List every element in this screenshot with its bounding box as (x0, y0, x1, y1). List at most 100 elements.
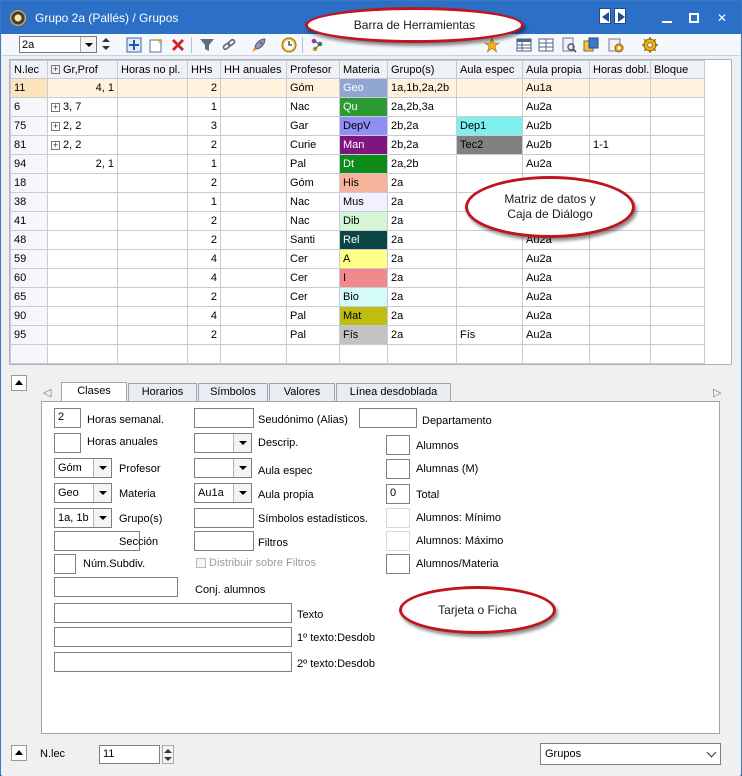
texto1-desdob-field[interactable] (54, 627, 292, 647)
column-header[interactable]: + Gr,Prof (47, 60, 118, 79)
table-cell-hhs[interactable]: 4 (187, 268, 221, 288)
table-cell-aesp[interactable] (456, 249, 523, 269)
table-cell-prof[interactable]: Pal (286, 154, 340, 174)
nlec-spinner[interactable] (162, 745, 174, 764)
element-selector-spinner[interactable] (101, 36, 111, 53)
table-cell-aprop[interactable]: Au2a (522, 97, 590, 117)
table-cell-aprop[interactable]: Au2b (522, 135, 590, 155)
expand-icon[interactable]: + (51, 65, 60, 75)
table-cell-nlec[interactable]: 90 (10, 306, 48, 326)
table-cell-mat[interactable]: Mat (339, 306, 388, 326)
table-cell-hnopl[interactable] (117, 287, 188, 307)
table-cell-aprop[interactable]: Au2b (522, 116, 590, 136)
table-cell-nlec[interactable]: 38 (10, 192, 48, 212)
table-cell-hhanual[interactable] (220, 192, 287, 212)
tab-valores[interactable]: Valores (269, 383, 335, 401)
table-cell-hnopl[interactable] (117, 173, 188, 193)
table-cell-aesp[interactable] (456, 306, 523, 326)
table-cell-empty[interactable] (650, 344, 705, 364)
table-cell-mat[interactable]: Dib (339, 211, 388, 231)
column-header[interactable]: HH anuales (220, 60, 287, 79)
table-cell-nlec[interactable]: 95 (10, 325, 48, 345)
table-cell-aprop[interactable]: Au2a (522, 249, 590, 269)
table-cell-hhs[interactable]: 2 (187, 211, 221, 231)
table-cell-hhanual[interactable] (220, 78, 287, 98)
table-cell-bloque[interactable] (650, 97, 705, 117)
table-cell-hdobl[interactable] (589, 116, 651, 136)
table-cell-grupos[interactable]: 1a,1b,2a,2b (387, 78, 457, 98)
table-cell-prof[interactable]: Cer (286, 268, 340, 288)
table-cell-mat[interactable]: Dt (339, 154, 388, 174)
column-header[interactable]: Grupo(s) (387, 60, 457, 79)
table-cell-grprof[interactable]: +3, 7 (47, 97, 118, 117)
seudonimo-field[interactable] (194, 408, 254, 428)
table-cell-hhs[interactable]: 2 (187, 230, 221, 250)
table-cell-hnopl[interactable] (117, 154, 188, 174)
tab-horarios[interactable]: Horarios (128, 383, 197, 401)
table-cell-nlec[interactable]: 81 (10, 135, 48, 155)
total-field[interactable]: 0 (386, 484, 410, 504)
table-cell-grupos[interactable]: 2a,2b,3a (387, 97, 457, 117)
num-subdiv-field[interactable] (54, 554, 76, 574)
clock-icon[interactable] (281, 37, 297, 53)
table-cell-hdobl[interactable]: 1-1 (589, 135, 651, 155)
table-cell-prof[interactable]: Cer (286, 287, 340, 307)
column-header[interactable]: Aula espec (456, 60, 523, 79)
column-header[interactable]: Materia (339, 60, 388, 79)
horas-anuales-field[interactable] (54, 433, 81, 453)
table-cell-aprop[interactable]: Au2a (522, 268, 590, 288)
table-cell-nlec[interactable]: 94 (10, 154, 48, 174)
table-cell-grprof[interactable]: +2, 2 (47, 135, 118, 155)
table-cell-aprop[interactable]: Au1a (522, 78, 590, 98)
tab-scroll-right-icon[interactable]: ▷ (713, 386, 721, 399)
minimize-button[interactable] (659, 10, 675, 26)
new-sheet-icon[interactable] (148, 37, 164, 53)
collapse-panel-button[interactable] (11, 375, 27, 391)
table-cell-hhs[interactable]: 3 (187, 116, 221, 136)
table-cell-nlec[interactable]: 48 (10, 230, 48, 250)
table-cell-hhs[interactable]: 2 (187, 135, 221, 155)
table-cell-aprop[interactable]: Au2a (522, 287, 590, 307)
table-cell-grprof[interactable]: +2, 2 (47, 116, 118, 136)
table-cell-hhanual[interactable] (220, 154, 287, 174)
table-cell-hhs[interactable]: 1 (187, 192, 221, 212)
table-cell-prof[interactable]: Nac (286, 97, 340, 117)
table-cell-aesp[interactable]: Fís (456, 325, 523, 345)
column-header[interactable]: N.lec (10, 60, 48, 79)
distribuir-checkbox[interactable] (196, 558, 206, 568)
table-cell-nlec[interactable]: 59 (10, 249, 48, 269)
table-cell-prof[interactable]: Nac (286, 192, 340, 212)
expand-icon[interactable]: + (51, 121, 60, 131)
column-header[interactable]: HHs (187, 60, 221, 79)
table-cell-hhanual[interactable] (220, 306, 287, 326)
table-cell-aesp[interactable]: Tec2 (456, 135, 523, 155)
table-cell-mat[interactable]: A (339, 249, 388, 269)
table-cell-nlec[interactable]: 6 (10, 97, 48, 117)
table-cell-grprof[interactable]: 2, 1 (47, 154, 118, 174)
table-alt-icon[interactable] (538, 37, 554, 53)
table-cell-empty[interactable] (47, 344, 118, 364)
table-cell-hhs[interactable]: 1 (187, 154, 221, 174)
table-cell-hhs[interactable]: 1 (187, 97, 221, 117)
table-cell-grupos[interactable]: 2a (387, 249, 457, 269)
column-header[interactable]: Bloque (650, 60, 705, 79)
table-cell-hnopl[interactable] (117, 268, 188, 288)
table-cell-hdobl[interactable] (589, 268, 651, 288)
table-cell-grprof[interactable] (47, 192, 118, 212)
table-cell-grupos[interactable]: 2a (387, 173, 457, 193)
table-cell-aesp[interactable] (456, 78, 523, 98)
table-cell-hdobl[interactable] (589, 306, 651, 326)
column-header[interactable]: Aula propia (522, 60, 590, 79)
next-record-button[interactable] (614, 8, 626, 24)
table-row[interactable]: 11 4, 1 2 Góm Geo 1a,1b,2a,2b Au1a (10, 78, 705, 98)
table-cell-grprof[interactable] (47, 230, 118, 250)
texto-field[interactable] (54, 603, 292, 623)
table-cell-hnopl[interactable] (117, 230, 188, 250)
table-cell-hhanual[interactable] (220, 135, 287, 155)
alumnos-minimo-field[interactable] (386, 508, 410, 528)
table-cell-aprop[interactable]: Au2a (522, 306, 590, 326)
aula-propia-select[interactable]: Au1a (194, 483, 252, 503)
table-row[interactable]: 48 2 Santi Rel 2a Au2a (10, 230, 705, 250)
table-row[interactable]: 60 4 Cer I 2a Au2a (10, 268, 705, 288)
filtros-field[interactable] (194, 531, 254, 551)
